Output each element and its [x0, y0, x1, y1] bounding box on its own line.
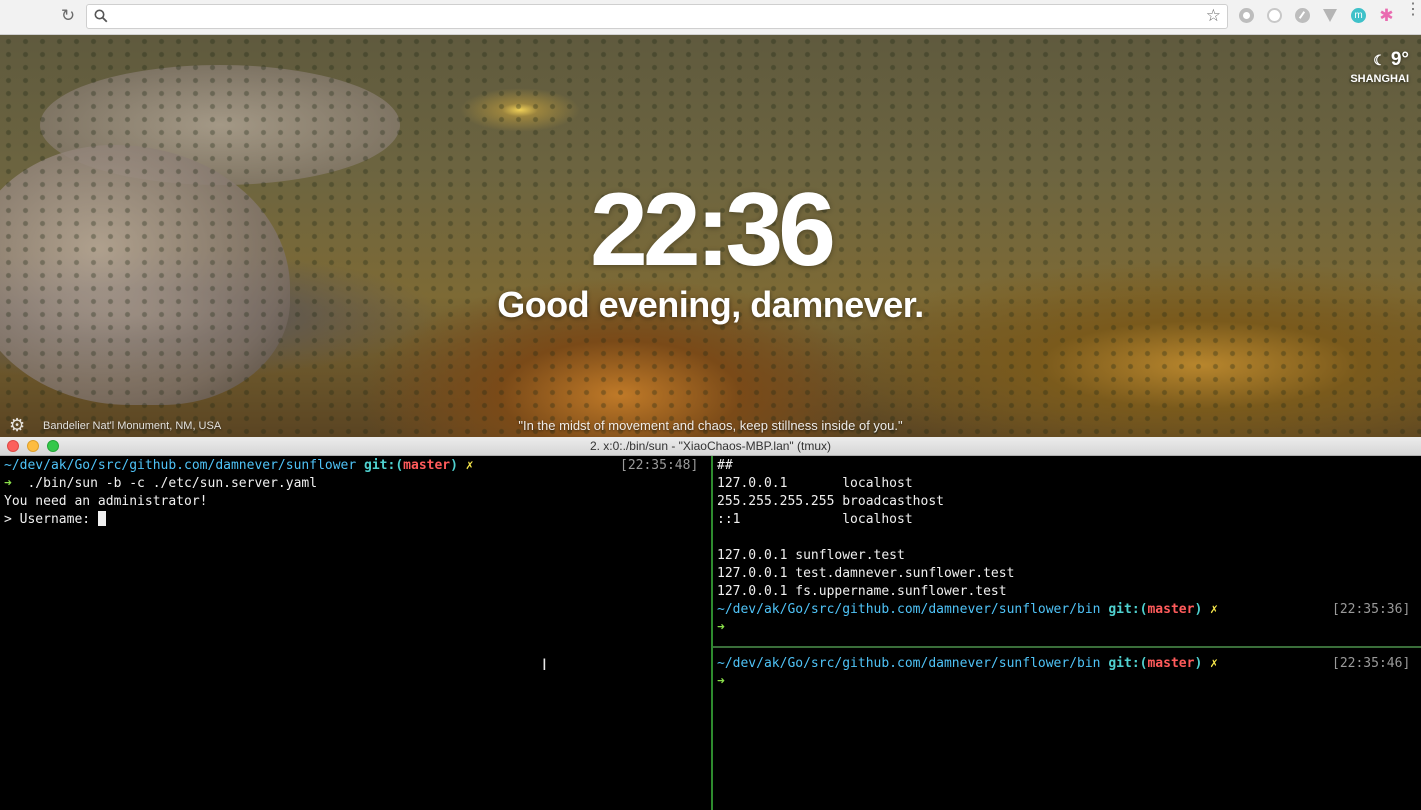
git-branch: master: [1147, 656, 1195, 671]
git-label: git:(: [1108, 602, 1148, 617]
prompt-path: ~/dev/ak/Go/src/github.com/damnever/sunf…: [717, 602, 1101, 617]
speed-extension-icon[interactable]: [1295, 8, 1310, 23]
prompt-timestamp: [22:35:48]: [620, 458, 699, 473]
new-tab-page: ☾ 9° SHANGHAI 22:36 Good evening, damneve…: [0, 35, 1421, 437]
git-branch: master: [1147, 602, 1195, 617]
git-label-close: ): [1194, 602, 1203, 617]
git-branch: master: [403, 458, 451, 473]
pinwheel-extension-icon[interactable]: ✱: [1379, 7, 1394, 24]
prompt-path: ~/dev/ak/Go/src/github.com/damnever/sunf…: [717, 656, 1101, 671]
record-extension-icon[interactable]: [1239, 8, 1254, 23]
hosts-line: 127.0.0.1 fs.uppername.sunflower.test: [717, 584, 1007, 599]
hosts-line: 127.0.0.1 localhost: [717, 476, 913, 491]
hosts-line: ::1 localhost: [717, 512, 913, 527]
m-extension-icon[interactable]: m: [1351, 8, 1366, 23]
weather-widget[interactable]: ☾ 9° SHANGHAI: [1350, 49, 1409, 85]
hosts-line: 127.0.0.1 test.damnever.sunflower.test: [717, 566, 1015, 581]
command-text: ./bin/sun -b -c ./etc/sun.server.yaml: [11, 476, 318, 491]
weather-city: SHANGHAI: [1350, 73, 1409, 85]
tmux-pane-right-bottom[interactable]: ~/dev/ak/Go/src/github.com/damnever/sunf…: [713, 648, 1421, 810]
dirty-mark: ✗: [1210, 602, 1218, 617]
terminal-window[interactable]: ~/dev/ak/Go/src/github.com/damnever/sunf…: [0, 456, 1421, 810]
prompt-arrow: ➜: [717, 674, 725, 689]
circle-extension-icon[interactable]: [1267, 8, 1282, 23]
reload-icon[interactable]: ↻: [58, 6, 78, 26]
prompt-line: ~/dev/ak/Go/src/github.com/damnever/sunf…: [717, 601, 1218, 619]
prompt-timestamp: [22:35:46]: [1332, 656, 1411, 671]
hosts-line: 255.255.255.255 broadcasthost: [717, 494, 944, 509]
daily-quote: "In the midst of movement and chaos, kee…: [518, 418, 903, 433]
prompt-timestamp: [22:35:36]: [1332, 602, 1411, 617]
prompt-arrow: ➜: [4, 476, 12, 491]
vpn-extension-icon[interactable]: [1323, 9, 1337, 22]
moon-icon: ☾: [1373, 52, 1386, 68]
text-cursor: [97, 511, 106, 526]
greeting: Good evening, damnever.: [497, 284, 924, 325]
hosts-line: ##: [717, 458, 733, 473]
hosts-line: 127.0.0.1 sunflower.test: [717, 548, 905, 563]
menu-icon[interactable]: ⋮: [1405, 2, 1421, 18]
command-line: ➜: [717, 673, 725, 691]
command-line: ➜ ./bin/sun -b -c ./etc/sun.server.yaml: [4, 475, 317, 493]
terminal-title: 2. x:0:./bin/sun - "XiaoChaos-MBP.lan" (…: [589, 439, 832, 453]
prompt-path: ~/dev/ak/Go/src/github.com/damnever/sunf…: [4, 458, 357, 473]
prompt-line: ~/dev/ak/Go/src/github.com/damnever/sunf…: [717, 655, 1218, 673]
clock: 22:36: [590, 172, 836, 288]
username-prompt-line[interactable]: > Username:: [4, 511, 106, 529]
username-prompt: > Username:: [4, 512, 98, 527]
output-line: You need an administrator!: [4, 494, 208, 509]
prompt-line: ~/dev/ak/Go/src/github.com/damnever/sunf…: [4, 457, 474, 475]
bookmark-star-icon[interactable]: ☆: [1206, 6, 1221, 26]
address-bar[interactable]: ☆: [86, 4, 1228, 29]
git-label: git:(: [1108, 656, 1148, 671]
browser-toolbar: ↻ ☆ m ✱ ⋮: [0, 0, 1421, 35]
command-line: ➜: [717, 619, 725, 637]
tmux-pane-right-top[interactable]: ## 127.0.0.1 localhost 255.255.255.255 b…: [713, 456, 1421, 646]
dirty-mark: ✗: [1210, 656, 1218, 671]
dirty-mark: ✗: [465, 458, 474, 473]
git-label: git:(: [364, 458, 404, 473]
git-label-close: ): [450, 458, 458, 473]
search-icon: [94, 9, 108, 23]
mouse-ibeam-cursor: I: [542, 655, 547, 674]
weather-temperature: 9°: [1390, 49, 1409, 70]
git-label-close: ): [1194, 656, 1203, 671]
tmux-pane-left[interactable]: ~/dev/ak/Go/src/github.com/damnever/sunf…: [0, 456, 711, 810]
address-input[interactable]: [115, 7, 1199, 28]
prompt-arrow: ➜: [717, 620, 725, 635]
terminal-titlebar: 2. x:0:./bin/sun - "XiaoChaos-MBP.lan" (…: [0, 437, 1421, 456]
